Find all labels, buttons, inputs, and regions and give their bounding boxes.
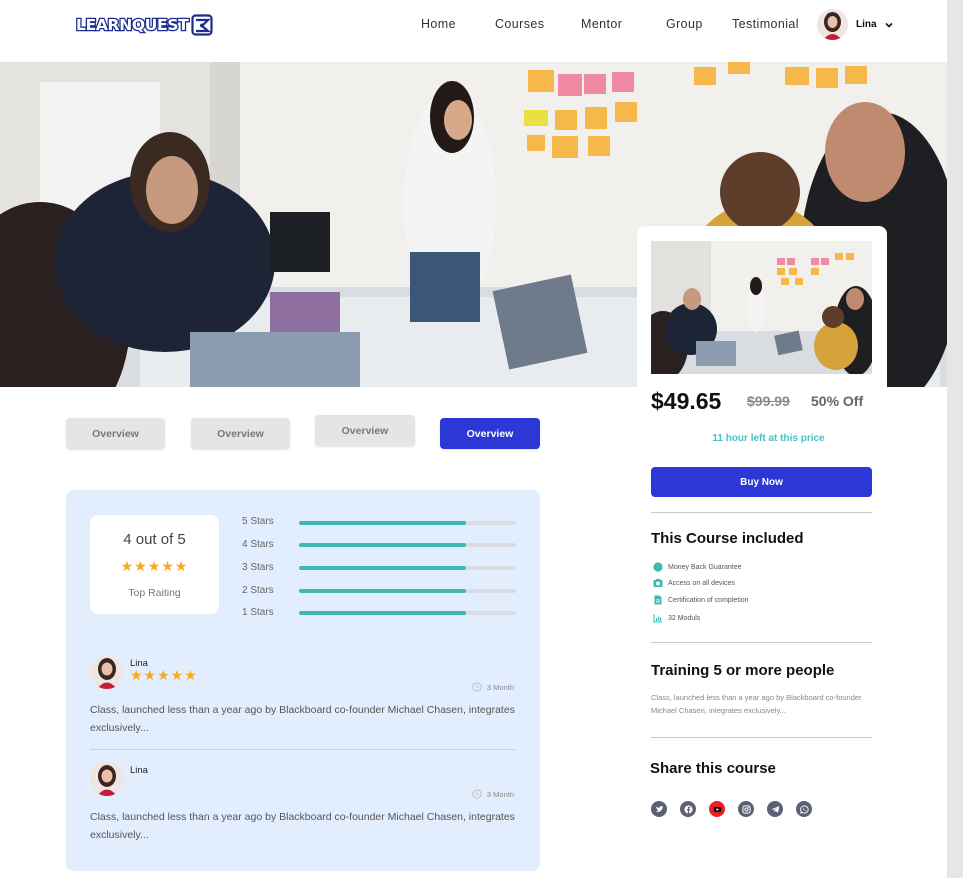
share-icons [651,801,812,817]
rating-value: 4 out of 5 [123,531,186,548]
rating-bar-track [299,611,516,615]
original-price: $99.99 [747,393,790,409]
included-item: Access on all devices [653,578,735,588]
included-heading: This Course included [651,530,804,547]
rating-bar-track [299,566,516,570]
money-back-icon [653,562,663,572]
rating-bar-fill [299,543,467,547]
tab-overview-1[interactable]: Overview [66,418,165,449]
current-price: $49.65 [651,388,722,414]
training-text: Class, launched less than a year ago by … [651,693,862,715]
instagram-icon[interactable] [738,801,754,817]
scrollbar[interactable] [947,0,963,878]
rating-bar-track [299,589,516,593]
tab-overview-3[interactable]: Overview [315,415,415,446]
certificate-icon [654,595,662,605]
facebook-icon[interactable] [680,801,696,817]
rating-bar-fill [299,589,467,593]
review-time: 3 Month [472,682,514,692]
rating-caption: Top Raiting [128,587,181,599]
user-avatar [817,9,848,40]
review-item: Lina ★★★★★ 3 Month Class, launched less … [90,655,516,735]
included-item-label: Money Back Guarantee [668,563,742,571]
chevron-down-icon [884,22,893,28]
reviewer-avatar [90,762,124,796]
user-name: Lina [856,19,877,30]
review-time-text: 3 Month [486,682,514,692]
included-item-label: Certification of completion [668,596,749,604]
section-divider [651,512,872,513]
included-item-label: Access on all devices [668,579,735,587]
logo[interactable]: LEARNQUEST [75,14,214,36]
included-item: Certification of completion [653,595,749,605]
rating-bar-fill [299,566,467,570]
user-menu[interactable]: Lina [817,9,893,40]
share-heading: Share this course [650,760,776,777]
buy-now-button[interactable]: Buy Now [651,467,872,497]
rating-bar-label: 1 Stars [242,607,274,618]
rating-bar-label: 3 Stars [242,562,274,573]
logo-text: LEARNQUEST [75,15,190,36]
nav-link-group[interactable]: Group [666,17,703,31]
modules-icon [653,614,662,623]
rating-bar-label: 5 Stars [242,516,274,527]
whatsapp-icon[interactable] [796,801,812,817]
rating-stars: ★★★★★ [120,558,189,574]
tab-overview-active[interactable]: Overview [440,418,540,449]
youtube-icon[interactable] [709,801,725,817]
tab-overview-2[interactable]: Overview [191,418,290,449]
devices-icon [653,579,663,587]
rating-bar-track [299,521,516,525]
review-divider [90,749,516,750]
review-item: Lina 3 Month Class, launched less than a… [90,762,516,842]
rating-bar-label: 2 Stars [242,585,274,596]
nav-link-testimonial[interactable]: Testimonial [732,17,799,31]
clock-icon [472,789,482,799]
rating-bar-label: 4 Stars [242,539,274,550]
top-navbar: LEARNQUEST Home Courses Mentor Group Tes… [0,0,947,62]
section-divider [651,737,872,738]
twitter-icon[interactable] [651,801,667,817]
review-time: 3 Month [472,789,514,799]
rating-bar-fill [299,611,467,615]
discount-badge: 50% Off [811,393,864,409]
training-heading: Training 5 or more people [651,662,835,679]
nav-link-courses[interactable]: Courses [495,17,544,31]
telegram-icon[interactable] [767,801,783,817]
included-item-label: 32 Moduls [668,614,701,622]
logo-emblem-icon [191,14,214,36]
section-divider [651,642,872,643]
included-item: 32 Moduls [653,613,700,623]
clock-icon [472,682,482,692]
reviewer-avatar [90,655,124,689]
reviewer-name: Lina [130,765,148,776]
rating-summary: 4 out of 5 ★★★★★ Top Raiting [90,515,219,614]
review-stars: ★★★★★ [130,667,198,683]
rating-bar-track [299,543,516,547]
reviews-card: 4 out of 5 ★★★★★ Top Raiting 5 Stars 4 S… [66,490,540,871]
review-time-text: 3 Month [486,789,514,799]
review-text: Class, launched less than a year ago by … [90,704,515,734]
nav-link-mentor[interactable]: Mentor [581,17,622,31]
review-text: Class, launched less than a year ago by … [90,811,515,841]
included-item: Money Back Guarantee [653,562,742,572]
course-thumbnail [651,241,872,374]
time-left-text: 11 hour left at this price [712,433,825,444]
nav-link-home[interactable]: Home [421,17,456,31]
rating-bar-fill [299,521,467,525]
